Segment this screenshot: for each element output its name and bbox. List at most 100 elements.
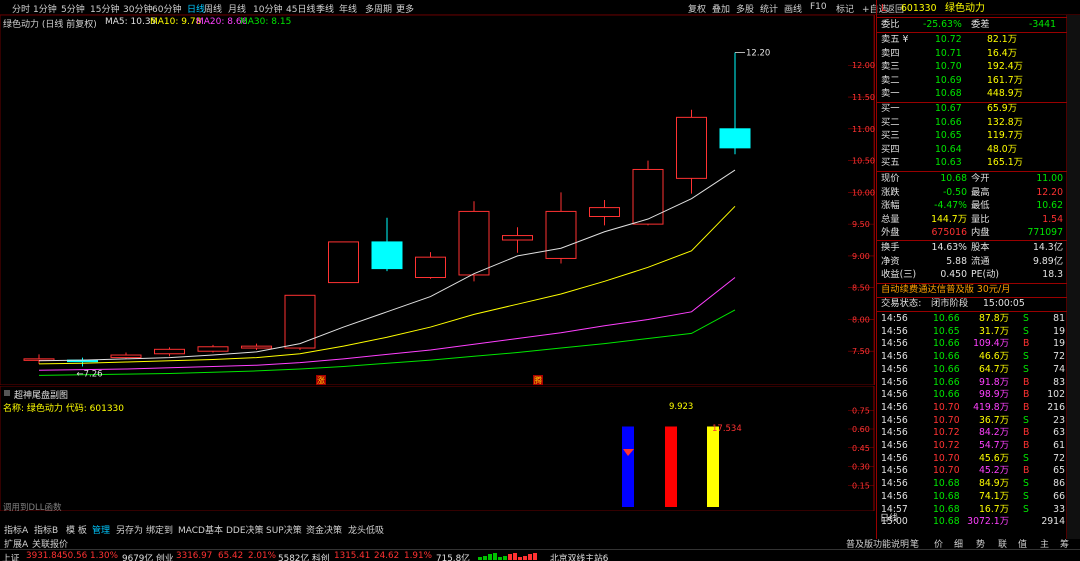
status-item-13: 1.91% <box>404 551 432 561</box>
tab-4[interactable]: 30分钟 <box>123 2 152 15</box>
indicator-tab-3[interactable]: 管理 <box>92 523 110 536</box>
tick-row[interactable]: 14:56 10.68 84.9万 S 86 <box>877 478 1067 490</box>
tab-14[interactable]: 更多 <box>396 2 414 15</box>
tab-7[interactable]: 周线 <box>204 2 222 15</box>
ask-row[interactable]: 卖五 ¥10.72 82.1万 <box>877 34 1067 46</box>
candle-body[interactable] <box>719 128 751 149</box>
ask-row[interactable]: 卖一 10.68 448.9万 <box>877 88 1067 100</box>
indicator-tab-10[interactable]: 龙头低吸 <box>348 523 384 536</box>
candle-body[interactable] <box>110 354 142 359</box>
tick-row[interactable]: 14:56 10.66 87.8万 S 81 <box>877 313 1067 325</box>
candle-body[interactable] <box>458 210 490 276</box>
stock-header: L 601330 绿色动力 <box>877 3 1067 15</box>
tab-13[interactable]: 多周期 <box>365 2 392 15</box>
candle-body[interactable] <box>545 210 577 259</box>
status-item-5: 创业 <box>156 554 174 561</box>
candle-body[interactable] <box>676 116 707 179</box>
tab-3[interactable]: 15分钟 <box>90 2 119 15</box>
indicator-bar <box>707 426 719 507</box>
tick-row[interactable]: 14:56 10.65 31.7万 S 19 <box>877 326 1067 338</box>
toolbar-button-6[interactable]: 标记 <box>836 2 854 15</box>
status-item-9: 5582亿 <box>278 554 310 561</box>
candle-body[interactable] <box>241 345 272 349</box>
bid-row[interactable]: 买四 10.64 48.0万 <box>877 144 1067 156</box>
candle-body[interactable] <box>371 241 403 270</box>
tick-row[interactable]: 14:56 10.70 45.6万 S 72 <box>877 453 1067 465</box>
toolbar-button-2[interactable]: 多股 <box>736 2 754 15</box>
indicator-tab-7[interactable]: DDE决策 <box>226 523 264 536</box>
indicator-tab-5[interactable]: 绑定到 <box>146 523 173 536</box>
ma30-label: MA30: 8.15 <box>240 17 292 27</box>
bid-row[interactable]: 买三 10.65 119.7万 <box>877 130 1067 142</box>
kline-chart[interactable]: 12.00 11.50 11.00 10.50 10.00 9.50 9.00 8.50 8.0… <box>0 15 875 385</box>
ma30-line <box>38 309 736 376</box>
candle-body[interactable] <box>328 241 359 284</box>
toolbar-button-4[interactable]: 画线 <box>784 2 802 15</box>
y-tick-label: 8.50 <box>852 284 870 293</box>
indicator-chart[interactable]: 0.75 0.60 0.45 0.30 0.15 <box>0 386 875 511</box>
toolbar-button-3[interactable]: 统计 <box>760 2 778 15</box>
tick-row[interactable]: 14:56 10.66 98.9万 B 102 <box>877 389 1067 401</box>
tab-0[interactable]: 分时 <box>12 2 30 15</box>
promo-link[interactable]: 自动续费通达信普及版 30元/月 <box>877 284 1067 296</box>
bid-row[interactable]: 买二 10.66 132.8万 <box>877 117 1067 129</box>
indicator-tab-4[interactable]: 另存为 <box>116 523 143 536</box>
tick-row[interactable]: 14:56 10.66 46.6万 S 72 <box>877 351 1067 363</box>
indicator-tab-9[interactable]: 资金决策 <box>306 523 342 536</box>
tick-row[interactable]: 14:56 10.72 84.2万 B 63 <box>877 427 1067 439</box>
indicator-tab-6[interactable]: MACD基本 <box>178 523 223 536</box>
stock-code[interactable]: 601330 <box>901 3 937 15</box>
breadth-segment <box>528 554 532 560</box>
indicator-tab-0[interactable]: 指标A <box>4 523 28 536</box>
stock-name[interactable]: 绿色动力 <box>945 3 985 15</box>
indicator-icon[interactable] <box>4 390 10 396</box>
tab-5[interactable]: 60分钟 <box>152 2 181 15</box>
fund-row: 换手 14.63% 股本 14.3亿 <box>881 242 1063 253</box>
tick-row[interactable]: 14:56 10.66 64.7万 S 74 <box>877 364 1067 376</box>
toolbar-button-0[interactable]: 复权 <box>688 2 706 15</box>
candle-body[interactable] <box>154 348 185 355</box>
candle-body[interactable] <box>589 207 620 217</box>
candle-body[interactable] <box>415 256 446 279</box>
tick-row[interactable]: 14:56 10.70 36.7万 S 23 <box>877 415 1067 427</box>
tab-6[interactable]: 日线 <box>187 2 205 15</box>
y-tick-label: 10.00 <box>852 188 875 197</box>
candle-body[interactable] <box>502 235 533 241</box>
indicator-tab-2[interactable]: 模 板 <box>66 523 87 536</box>
y-tick-label: 9.50 <box>852 220 870 229</box>
toolbar-button-5[interactable]: F10 <box>810 2 827 12</box>
candle-body[interactable] <box>632 168 664 225</box>
right-edge-strip[interactable] <box>1066 15 1080 539</box>
ask-row[interactable]: 卖二 10.69 161.7万 <box>877 75 1067 87</box>
tick-row[interactable]: 14:56 10.66 91.8万 B 83 <box>877 377 1067 389</box>
ask-row[interactable]: 卖三 10.70 192.4万 <box>877 61 1067 73</box>
bid-row[interactable]: 买一 10.67 65.9万 <box>877 103 1067 115</box>
tab-8[interactable]: 月线 <box>228 2 246 15</box>
tick-row[interactable]: 15:00 10.68 3072.1万 2914 <box>877 516 1067 528</box>
tick-row[interactable]: 14:57 10.68 16.7万 S 33 <box>877 504 1067 516</box>
candle-body[interactable] <box>197 346 229 352</box>
breadth-segment <box>508 554 512 560</box>
tab-12[interactable]: 年线 <box>339 2 357 15</box>
tick-row[interactable]: 14:56 10.72 54.7万 B 61 <box>877 440 1067 452</box>
y-tick-label: 9.00 <box>852 252 870 261</box>
indicator-tab-1[interactable]: 指标B <box>34 523 58 536</box>
tab-1[interactable]: 1分钟 <box>33 2 57 15</box>
ask-row[interactable]: 卖四 10.71 16.4万 <box>877 48 1067 60</box>
indicator-tab-8[interactable]: SUP决策 <box>266 523 302 536</box>
tab-2[interactable]: 5分钟 <box>61 2 85 15</box>
tick-row[interactable]: 14:56 10.70 419.8万 B 216 <box>877 402 1067 414</box>
y-tick-label: 11.50 <box>852 93 875 102</box>
chart-title: 绿色动力 (日线 前复权) <box>3 20 97 30</box>
tick-row[interactable]: 14:56 10.66 109.4万 B 19 <box>877 338 1067 350</box>
tick-row[interactable]: 14:56 10.70 45.2万 B 65 <box>877 465 1067 477</box>
tab-9[interactable]: 10分钟 <box>253 2 282 15</box>
tab-11[interactable]: 季线 <box>316 2 334 15</box>
ind-tick-label: 0.75 <box>852 406 870 415</box>
toolbar-button-1[interactable]: 叠加 <box>712 2 730 15</box>
y-tick-label: 7.50 <box>852 347 870 356</box>
tab-10[interactable]: 45日线 <box>286 2 315 15</box>
dll-note: 调用到DLL函数 <box>3 503 62 513</box>
bid-row[interactable]: 买五 10.63 165.1万 <box>877 157 1067 169</box>
tick-row[interactable]: 14:56 10.68 74.1万 S 66 <box>877 491 1067 503</box>
